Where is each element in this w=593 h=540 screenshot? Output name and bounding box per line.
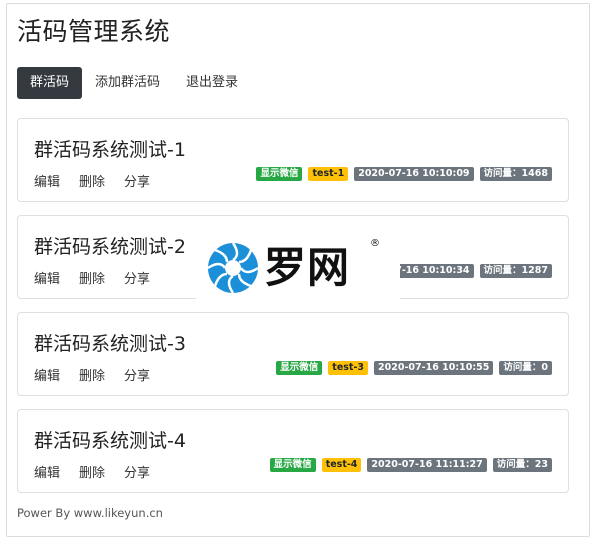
code-card: 群活码系统测试-4 编辑 删除 分享 显示微信 test-4 2020-07-1… [17, 409, 569, 493]
share-link[interactable]: 分享 [124, 171, 150, 190]
visits-badge: 访问量：23 [492, 458, 552, 472]
nav-item-logout[interactable]: 退出登录 [173, 67, 251, 99]
registered-mark: ® [370, 238, 380, 249]
footer-credit: Power By www.likeyun.cn [17, 506, 163, 520]
code-card: 群活码系统测试-1 编辑 删除 分享 显示微信 test-1 2020-07-1… [17, 118, 569, 202]
card-list: 群活码系统测试-1 编辑 删除 分享 显示微信 test-1 2020-07-1… [17, 118, 569, 506]
nav-item-add-group-code[interactable]: 添加群活码 [82, 67, 173, 99]
wechat-badge: 显示微信 [269, 458, 316, 472]
card-badges: 显示微信 test-4 2020-07-16 11:11:27 访问量：23 [264, 458, 552, 472]
visits-badge: 访问量：1287 [479, 264, 552, 278]
card-badges: 07-16 10:10:34 访问量：1287 [379, 264, 552, 278]
edit-link[interactable]: 编辑 [34, 171, 60, 190]
tag-badge: test-3 [328, 361, 369, 375]
delete-link[interactable]: 删除 [79, 462, 105, 481]
card-title: 群活码系统测试-1 [34, 139, 186, 161]
card-actions: 编辑 删除 分享 [34, 365, 169, 384]
edit-link[interactable]: 编辑 [34, 268, 60, 287]
card-title: 群活码系统测试-4 [34, 430, 186, 452]
delete-link[interactable]: 删除 [79, 365, 105, 384]
delete-link[interactable]: 删除 [79, 171, 105, 190]
visits-badge: 访问量：1468 [479, 167, 552, 181]
time-badge: 2020-07-16 10:10:09 [354, 167, 474, 181]
card-actions: 编辑 删除 分享 [34, 171, 169, 190]
share-link[interactable]: 分享 [124, 462, 150, 481]
share-link[interactable]: 分享 [124, 365, 150, 384]
card-badges: 显示微信 test-1 2020-07-16 10:10:09 访问量：1468 [250, 167, 552, 181]
nav-item-group-codes[interactable]: 群活码 [17, 67, 83, 99]
tag-badge: test-1 [308, 167, 349, 181]
edit-link[interactable]: 编辑 [34, 365, 60, 384]
wechat-badge: 显示微信 [276, 361, 323, 375]
share-link[interactable]: 分享 [124, 268, 150, 287]
code-card: 群活码系统测试-3 编辑 删除 分享 显示微信 test-3 2020-07-1… [17, 312, 569, 396]
time-badge: 2020-07-16 11:11:27 [367, 458, 487, 472]
tag-badge: test-4 [321, 458, 362, 472]
watermark-text: 罗网 [264, 243, 351, 292]
page-title: 活码管理系统 [17, 17, 171, 46]
top-nav: 群活码 添加群活码 退出登录 [17, 67, 251, 99]
watermark: 罗网 ® [196, 232, 400, 304]
delete-link[interactable]: 删除 [79, 268, 105, 287]
card-badges: 显示微信 test-3 2020-07-16 10:10:55 访问量：0 [270, 361, 552, 375]
luowang-logo-icon [207, 242, 259, 294]
wechat-badge: 显示微信 [256, 167, 303, 181]
edit-link[interactable]: 编辑 [34, 462, 60, 481]
card-title: 群活码系统测试-2 [34, 236, 186, 258]
card-actions: 编辑 删除 分享 [34, 268, 169, 287]
visits-badge: 访问量：0 [499, 361, 552, 375]
time-badge: 2020-07-16 10:10:55 [374, 361, 494, 375]
card-actions: 编辑 删除 分享 [34, 462, 169, 481]
card-title: 群活码系统测试-3 [34, 333, 186, 355]
